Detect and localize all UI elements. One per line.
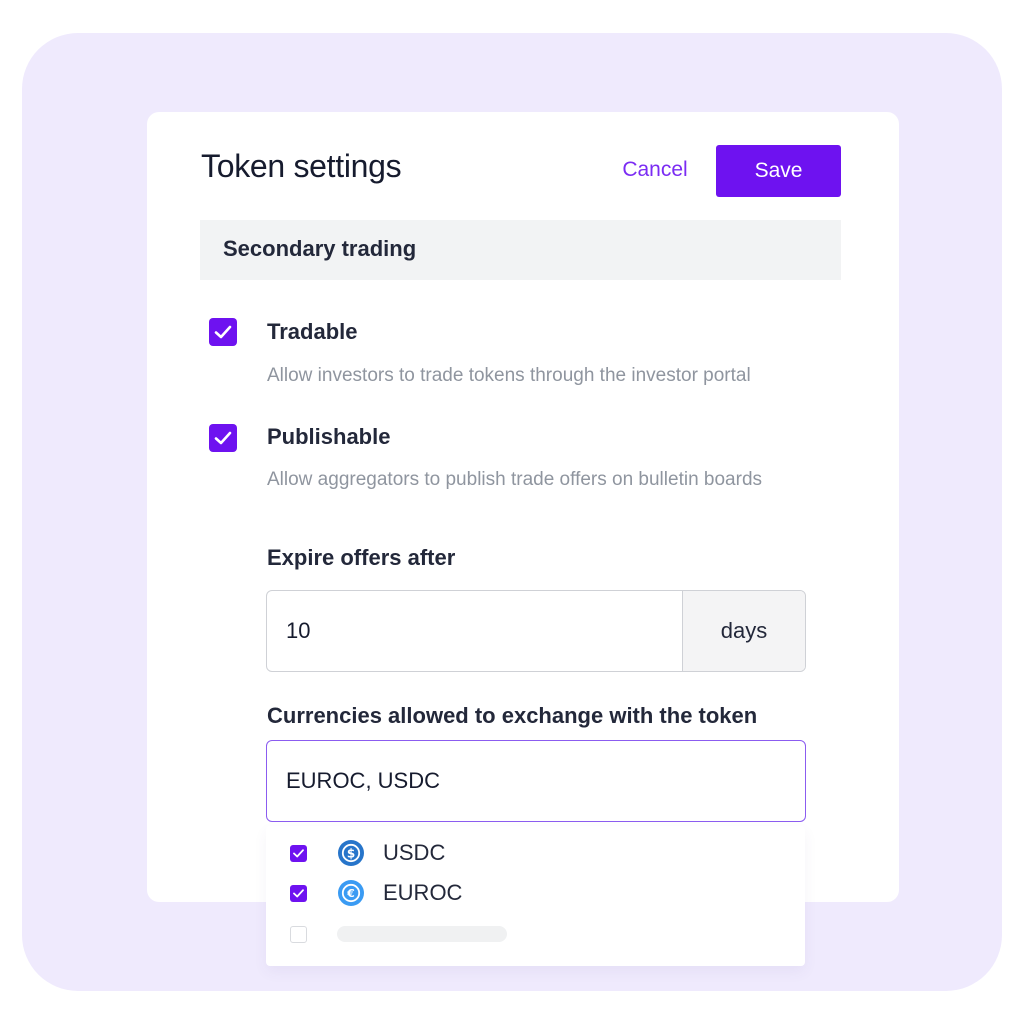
tradable-label: Tradable <box>267 319 358 344</box>
euroc-checkbox[interactable] <box>290 885 307 902</box>
tradable-description: Allow investors to trade tokens through … <box>267 365 751 386</box>
checkmark-icon <box>293 849 304 858</box>
save-button[interactable]: Save <box>716 145 841 197</box>
loading-placeholder <box>337 926 507 942</box>
expire-days-input[interactable] <box>267 591 682 671</box>
page-title: Token settings <box>201 148 402 184</box>
section-header: Secondary trading <box>200 220 841 280</box>
tradable-checkbox[interactable] <box>209 318 237 346</box>
svg-text:€: € <box>346 887 355 900</box>
checkmark-icon <box>293 889 304 898</box>
euroc-label: EUROC <box>383 880 463 905</box>
checkmark-icon <box>214 431 232 445</box>
currencies-input[interactable] <box>266 740 806 822</box>
currencies-label: Currencies allowed to exchange with the … <box>267 703 758 728</box>
checkmark-icon <box>214 325 232 339</box>
publishable-label: Publishable <box>267 424 391 449</box>
days-unit-addon: days <box>682 591 805 671</box>
euroc-coin-icon: € <box>338 880 364 906</box>
svg-text:$: $ <box>347 847 355 861</box>
usdc-checkbox[interactable] <box>290 845 307 862</box>
currencies-dropdown: $ USDC € EUROC <box>266 826 805 966</box>
expire-label: Expire offers after <box>267 545 456 570</box>
placeholder-checkbox[interactable] <box>290 926 307 943</box>
expire-input-group: days <box>266 590 806 672</box>
usdc-coin-icon: $ <box>338 840 364 866</box>
usdc-label: USDC <box>383 840 446 865</box>
section-title: Secondary trading <box>223 236 417 261</box>
publishable-checkbox[interactable] <box>209 424 237 452</box>
cancel-button[interactable]: Cancel <box>600 150 710 190</box>
publishable-description: Allow aggregators to publish trade offer… <box>267 469 763 490</box>
